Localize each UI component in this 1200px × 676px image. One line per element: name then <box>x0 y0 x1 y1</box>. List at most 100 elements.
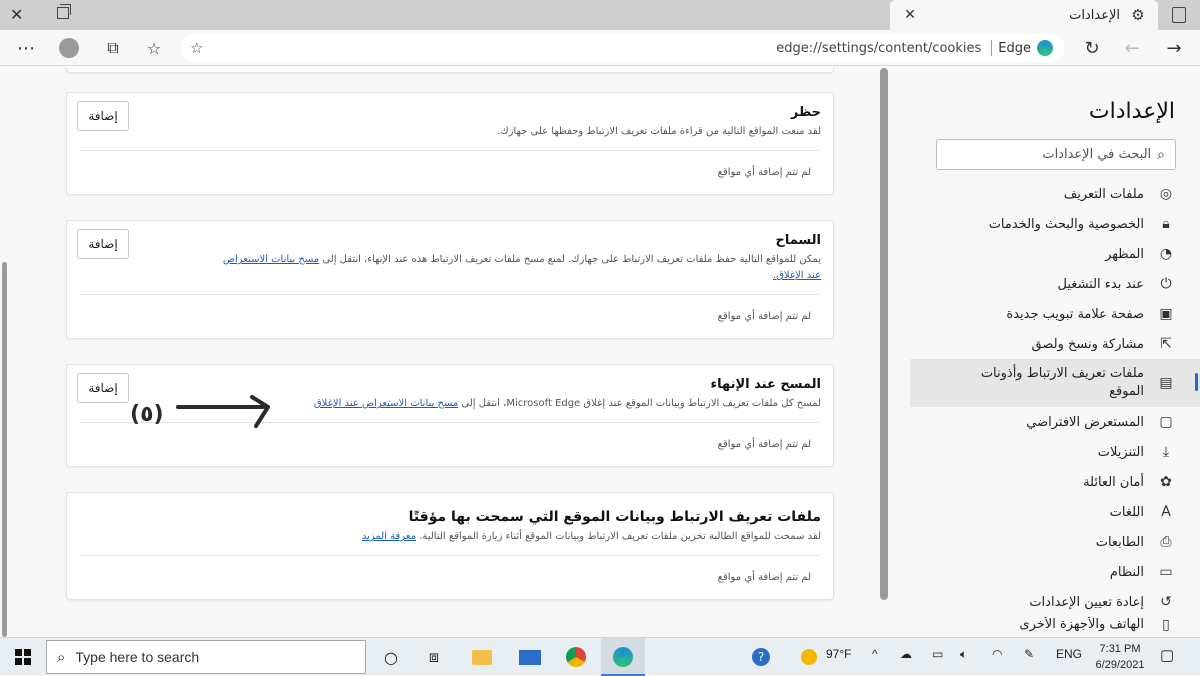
tab-close-icon[interactable]: ✕ <box>900 7 920 23</box>
chrome-icon[interactable] <box>563 644 589 670</box>
sidebar-item-downloads[interactable]: ⤓ التنزيلات <box>888 437 1200 467</box>
main-content: حظر لقد منعت المواقع التالية من قراءة مل… <box>0 67 880 637</box>
site-permissions-icon: ▤ <box>1159 375 1173 391</box>
sidebar-item-reset[interactable]: ↺ إعادة تعيين الإعدادات <box>888 587 1200 617</box>
sidebar-item-phone[interactable]: ▯ الهاتف والأجهزة الأخرى <box>888 617 1200 639</box>
weather-sun-icon[interactable] <box>796 644 822 670</box>
sidebar-item-languages[interactable]: A اللغات <box>888 497 1200 527</box>
clear-on-exit-description-text: لمسح كل ملفات تعريف الارتباط وبيانات الم… <box>461 398 821 409</box>
weather-temperature[interactable]: 97°F <box>826 647 851 661</box>
notifications-icon[interactable]: ▢ <box>1160 646 1174 664</box>
cortana-icon[interactable]: ○ <box>378 644 404 670</box>
task-view-icon[interactable]: ⧈ <box>421 644 447 670</box>
tab-settings[interactable]: ⚙ الإعدادات ✕ <box>890 0 1158 30</box>
more-menu-icon[interactable]: ⋯ <box>14 36 38 60</box>
input-language[interactable]: ENG <box>1056 647 1082 661</box>
sidebar-item-label: صفحة علامة تبويب جديدة <box>1006 306 1144 322</box>
onedrive-icon[interactable]: ☁ <box>900 647 912 661</box>
volume-icon[interactable]: 🔈︎ <box>960 647 967 662</box>
sidebar-item-default-browser[interactable]: ▢ المستعرض الافتراضي <box>888 407 1200 437</box>
palette-icon: ◔ <box>1159 246 1173 262</box>
power-icon: ⏻ <box>1160 276 1172 292</box>
partial-card <box>66 67 834 73</box>
clock-date: 6/29/2021 <box>1095 659 1145 671</box>
sidebar-item-label: الطابعات <box>1095 534 1144 550</box>
back-icon[interactable]: → <box>1162 36 1186 60</box>
system-icon: ▭ <box>1159 564 1173 580</box>
allow-description: يمكن للمواقع التالية حفظ ملفات تعريف الا… <box>207 252 821 284</box>
sidebar-item-printers[interactable]: ⎙ الطابعات <box>888 527 1200 557</box>
main-scrollbar[interactable] <box>880 68 888 600</box>
clear-on-exit-link[interactable]: مسح بيانات الاستعراض عند الإغلاق <box>314 398 458 409</box>
windows-taskbar: ⌕ Type here to search ○ ⧈ ? 97°F ^ ☁ ▭ 🔈… <box>0 637 1200 676</box>
favorites-icon[interactable]: ☆ <box>142 36 166 60</box>
newtab-icon: ▣ <box>1159 306 1173 322</box>
sidebar-item-privacy[interactable]: 🔒︎ الخصوصية والبحث والخدمات <box>888 209 1200 239</box>
gear-icon: ⚙ <box>1131 6 1145 24</box>
sidebar-item-startup[interactable]: ⏻ عند بدء التشغيل <box>888 269 1200 299</box>
block-empty-text: لم تتم إضافة أي مواقع <box>79 150 821 194</box>
address-bar[interactable]: Edge edge://settings/content/cookies ☆ <box>180 34 1065 62</box>
allow-card: السماح يمكن للمواقع التالية حفظ ملفات تع… <box>66 220 834 339</box>
network-icon[interactable]: ◠ <box>992 647 1002 661</box>
settings-search-input[interactable]: ⌕ البحث في الإعدادات <box>936 139 1176 170</box>
language-icon: A <box>1161 504 1171 520</box>
learn-more-link[interactable]: معرفة المزيد <box>362 531 416 542</box>
sidebar-item-appearance[interactable]: ◔ المظهر <box>888 239 1200 269</box>
allow-description-text: يمكن للمواقع التالية حفظ ملفات تعريف الا… <box>322 254 821 265</box>
sidebar-item-label: ملفات تعريف الارتباط وأذونات الموقع <box>980 366 1144 399</box>
browser-icon: ▢ <box>1159 414 1173 430</box>
sidebar-item-cookies[interactable]: ▤ ملفات تعريف الارتباط وأذونات الموقع <box>910 359 1200 407</box>
edge-taskbar-icon[interactable] <box>610 644 636 670</box>
file-explorer-icon[interactable] <box>469 644 495 670</box>
refresh-icon[interactable]: ↻ <box>1080 36 1104 60</box>
sidebar-item-label: المستعرض الافتراضي <box>1026 414 1144 430</box>
sidebar-item-new-tab[interactable]: ▣ صفحة علامة تبويب جديدة <box>888 299 1200 329</box>
block-card: حظر لقد منعت المواقع التالية من قراءة مل… <box>66 92 834 195</box>
sidebar-item-label: إعادة تعيين الإعدادات <box>1029 594 1144 610</box>
sidebar-item-family[interactable]: ✿ أمان العائلة <box>888 467 1200 497</box>
tray-chevron-icon[interactable]: ^ <box>872 647 878 661</box>
search-icon: ⌕ <box>1157 146 1165 163</box>
edge-logo-icon <box>1037 40 1053 56</box>
sidebar-item-label: التنزيلات <box>1097 444 1144 460</box>
collections-icon[interactable]: ⧉ <box>101 36 125 60</box>
sidebar-item-system[interactable]: ▭ النظام <box>888 557 1200 587</box>
phone-icon: ▯ <box>1162 617 1170 633</box>
clear-on-exit-description: لمسح كل ملفات تعريف الارتباط وبيانات الم… <box>207 396 821 412</box>
temporary-allowed-card: ملفات تعريف الارتباط وبيانات الموقع التي… <box>66 492 834 600</box>
profile-avatar[interactable] <box>57 36 81 60</box>
edge-label: Edge <box>998 40 1031 56</box>
clear-on-exit-title: المسح عند الإنهاء <box>710 377 821 392</box>
taskbar-search-input[interactable]: ⌕ Type here to search <box>46 640 366 674</box>
mail-icon[interactable] <box>517 644 543 670</box>
window-restore-icon[interactable] <box>57 4 71 19</box>
sidebar-item-label: النظام <box>1109 564 1144 580</box>
sidebar-item-profiles[interactable]: ◎ ملفات التعريف <box>888 179 1200 209</box>
url-text[interactable]: edge://settings/content/cookies <box>776 41 981 56</box>
annotation-label: (٥) <box>130 402 164 427</box>
clock-time: 7:31 PM <box>1099 643 1141 655</box>
forward-icon[interactable]: ← <box>1120 36 1144 60</box>
window-close-icon[interactable]: ✕ <box>10 5 23 24</box>
help-icon[interactable]: ? <box>748 644 774 670</box>
temporary-allowed-description: لقد سمحت للمواقع الطالبة تخزين ملفات تعر… <box>207 529 821 545</box>
left-scrollbar[interactable] <box>2 262 7 637</box>
windows-start-icon[interactable] <box>15 649 31 665</box>
allow-add-button[interactable]: إضافة <box>77 229 129 259</box>
add-favorite-icon[interactable]: ☆ <box>190 39 203 57</box>
family-icon: ✿ <box>1160 474 1172 490</box>
sidebar-item-share[interactable]: ⇱ مشاركة ونسخ ولصق <box>888 329 1200 359</box>
clear-on-exit-add-button[interactable]: إضافة <box>77 373 129 403</box>
share-icon: ⇱ <box>1160 336 1172 352</box>
address-toolbar: ⋯ ⧉ ☆ Edge edge://settings/content/cooki… <box>0 30 1200 66</box>
sidebar-item-label: ملفات التعريف <box>1063 186 1144 202</box>
tab-actions-icon[interactable] <box>1166 5 1192 25</box>
block-add-button[interactable]: إضافة <box>77 101 129 131</box>
system-clock[interactable]: 7:31 PM 6/29/2021 <box>1088 641 1152 673</box>
battery-icon[interactable]: ▭ <box>932 647 943 661</box>
search-icon: ⌕ <box>57 648 66 666</box>
pen-icon[interactable]: ✎ <box>1024 647 1034 661</box>
sidebar-item-label: عند بدء التشغيل <box>1057 276 1144 292</box>
sidebar-item-label: اللغات <box>1109 504 1144 520</box>
